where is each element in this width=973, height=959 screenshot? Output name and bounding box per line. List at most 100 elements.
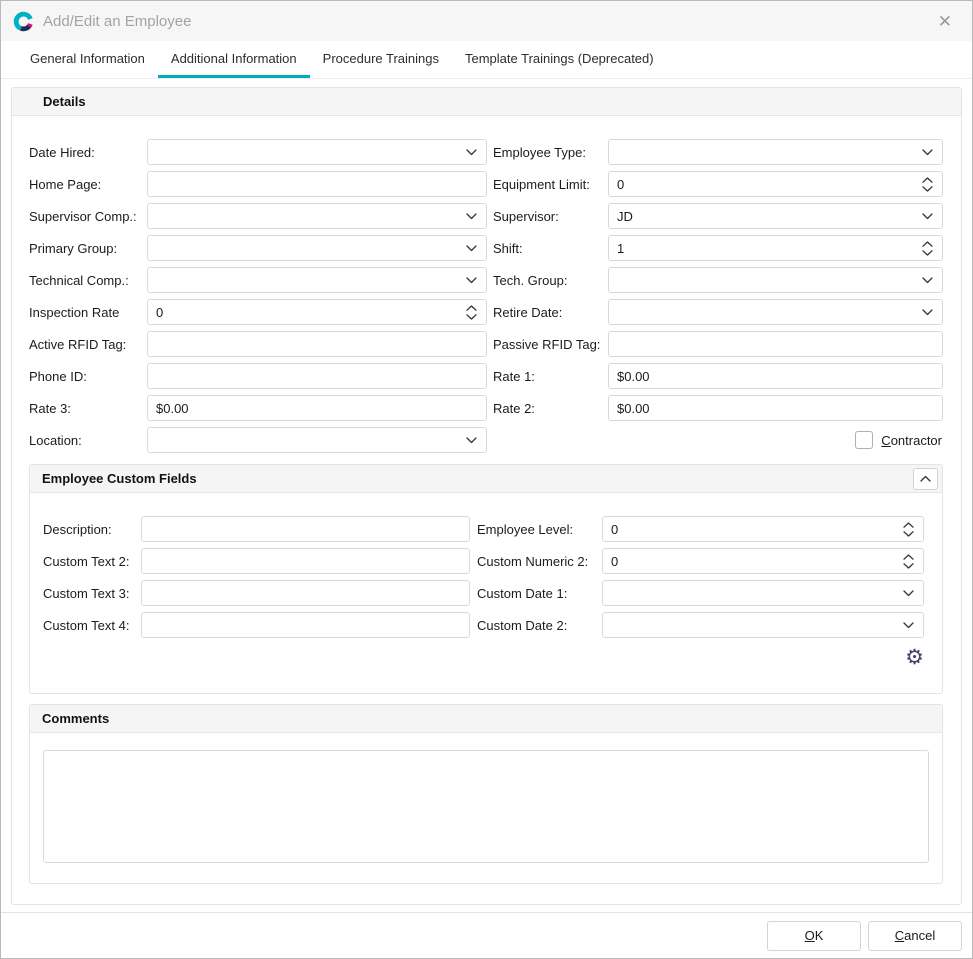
spinner-value: 0 bbox=[611, 554, 618, 569]
combo-value: JD bbox=[617, 209, 633, 224]
spinner-up-down-icon[interactable] bbox=[922, 177, 933, 192]
spinner-up-down-icon[interactable] bbox=[903, 522, 914, 537]
spinner-up-down-icon[interactable] bbox=[466, 305, 477, 320]
technical-comp-combo[interactable] bbox=[147, 267, 487, 293]
chevron-down-icon bbox=[922, 149, 933, 156]
retire-date-combo[interactable] bbox=[608, 299, 943, 325]
chevron-down-icon bbox=[922, 309, 933, 316]
supervisor-comp-combo[interactable] bbox=[147, 203, 487, 229]
passive-rfid-tag-label: Passive RFID Tag: bbox=[487, 337, 608, 352]
tech-group-label: Tech. Group: bbox=[487, 273, 608, 288]
location-combo[interactable] bbox=[147, 427, 487, 453]
contractor-label: Contractor bbox=[881, 433, 942, 448]
details-group-body: Date Hired: Employee Type: Home Page: Eq… bbox=[12, 116, 961, 884]
equipment-limit-label: Equipment Limit: bbox=[487, 177, 608, 192]
tech-group-combo[interactable] bbox=[608, 267, 943, 293]
spinner-up-down-icon[interactable] bbox=[922, 241, 933, 256]
contractor-checkbox[interactable]: Contractor bbox=[608, 431, 943, 449]
custom-fields-group-title: Employee Custom Fields bbox=[42, 471, 197, 486]
comments-group-header: Comments bbox=[30, 705, 942, 733]
cancel-button[interactable]: Cancel bbox=[868, 921, 962, 951]
chevron-up-icon bbox=[920, 475, 931, 482]
chevron-down-icon bbox=[466, 437, 477, 444]
spinner-value: 1 bbox=[617, 241, 624, 256]
custom-date-1-label: Custom Date 1: bbox=[470, 586, 602, 601]
shift-label: Shift: bbox=[487, 241, 608, 256]
close-icon[interactable]: ✕ bbox=[930, 11, 960, 32]
rate-2-input[interactable] bbox=[608, 395, 943, 421]
date-hired-combo[interactable] bbox=[147, 139, 487, 165]
rate-1-label: Rate 1: bbox=[487, 369, 608, 384]
comments-group: Comments bbox=[29, 704, 943, 884]
primary-group-combo[interactable] bbox=[147, 235, 487, 261]
tab-additional-information[interactable]: Additional Information bbox=[158, 41, 310, 78]
phone-id-input[interactable] bbox=[147, 363, 487, 389]
custom-text-2-input[interactable] bbox=[141, 548, 470, 574]
supervisor-label: Supervisor: bbox=[487, 209, 608, 224]
tab-procedure-trainings[interactable]: Procedure Trainings bbox=[310, 41, 452, 78]
spinner-up-down-icon[interactable] bbox=[903, 554, 914, 569]
active-rfid-tag-input[interactable] bbox=[147, 331, 487, 357]
custom-date-2-combo[interactable] bbox=[602, 612, 924, 638]
custom-date-1-combo[interactable] bbox=[602, 580, 924, 606]
custom-numeric-2-spinner[interactable]: 0 bbox=[602, 548, 924, 574]
custom-numeric-2-label: Custom Numeric 2: bbox=[470, 554, 602, 569]
employee-level-label: Employee Level: bbox=[470, 522, 602, 537]
custom-fields-footer: ⚙ bbox=[43, 647, 924, 669]
employee-type-combo[interactable] bbox=[608, 139, 943, 165]
rate-3-input[interactable] bbox=[147, 395, 487, 421]
supervisor-comp-label: Supervisor Comp.: bbox=[29, 209, 147, 224]
comments-textarea[interactable] bbox=[43, 750, 929, 863]
primary-group-label: Primary Group: bbox=[29, 241, 147, 256]
details-group-header: Details bbox=[12, 88, 961, 116]
custom-text-4-input[interactable] bbox=[141, 612, 470, 638]
add-edit-employee-dialog: Add/Edit an Employee ✕ General Informati… bbox=[0, 0, 973, 959]
employee-level-spinner[interactable]: 0 bbox=[602, 516, 924, 542]
chevron-down-icon bbox=[466, 213, 477, 220]
retire-date-label: Retire Date: bbox=[487, 305, 608, 320]
technical-comp-label: Technical Comp.: bbox=[29, 273, 147, 288]
date-hired-label: Date Hired: bbox=[29, 145, 147, 160]
rate-1-input[interactable] bbox=[608, 363, 943, 389]
passive-rfid-tag-input[interactable] bbox=[608, 331, 943, 357]
custom-fields-group-body: Description: Employee Level: 0 Custom Te… bbox=[30, 493, 942, 693]
home-page-label: Home Page: bbox=[29, 177, 147, 192]
custom-text-4-label: Custom Text 4: bbox=[43, 618, 141, 633]
employee-custom-fields-group: Employee Custom Fields Description: Empl… bbox=[29, 464, 943, 694]
tab-general-information[interactable]: General Information bbox=[17, 41, 158, 78]
spinner-value: 0 bbox=[156, 305, 163, 320]
ok-button[interactable]: OK bbox=[767, 921, 861, 951]
comments-group-body bbox=[30, 733, 942, 880]
tab-template-trainings-deprecated[interactable]: Template Trainings (Deprecated) bbox=[452, 41, 667, 78]
location-label: Location: bbox=[29, 433, 147, 448]
chevron-down-icon bbox=[903, 622, 914, 629]
comments-group-title: Comments bbox=[42, 711, 109, 726]
custom-date-2-label: Custom Date 2: bbox=[470, 618, 602, 633]
description-label: Description: bbox=[43, 522, 141, 537]
supervisor-combo[interactable]: JD bbox=[608, 203, 943, 229]
tab-bar: General Information Additional Informati… bbox=[1, 41, 972, 79]
custom-text-2-label: Custom Text 2: bbox=[43, 554, 141, 569]
spinner-value: 0 bbox=[611, 522, 618, 537]
inspection-rate-spinner[interactable]: 0 bbox=[147, 299, 487, 325]
details-form: Date Hired: Employee Type: Home Page: Eq… bbox=[29, 139, 943, 453]
title-bar: Add/Edit an Employee ✕ bbox=[1, 1, 972, 41]
chevron-down-icon bbox=[466, 149, 477, 156]
collapse-custom-fields-button[interactable] bbox=[913, 468, 938, 490]
details-group-title: Details bbox=[43, 94, 86, 109]
custom-fields-group-header: Employee Custom Fields bbox=[30, 465, 942, 493]
inspection-rate-label: Inspection Rate bbox=[29, 305, 147, 320]
dialog-footer: OK Cancel bbox=[1, 912, 972, 958]
custom-text-3-input[interactable] bbox=[141, 580, 470, 606]
checkbox-box bbox=[855, 431, 873, 449]
home-page-input[interactable] bbox=[147, 171, 487, 197]
active-rfid-tag-label: Active RFID Tag: bbox=[29, 337, 147, 352]
equipment-limit-spinner[interactable]: 0 bbox=[608, 171, 943, 197]
rate-2-label: Rate 2: bbox=[487, 401, 608, 416]
chevron-down-icon bbox=[903, 590, 914, 597]
window-title: Add/Edit an Employee bbox=[43, 13, 191, 30]
shift-spinner[interactable]: 1 bbox=[608, 235, 943, 261]
custom-text-3-label: Custom Text 3: bbox=[43, 586, 141, 601]
settings-gear-icon[interactable]: ⚙ bbox=[905, 647, 924, 669]
description-input[interactable] bbox=[141, 516, 470, 542]
